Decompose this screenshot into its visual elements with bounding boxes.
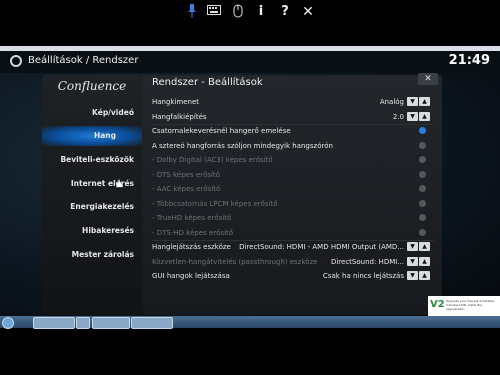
close-icon[interactable]: ✕ bbox=[300, 4, 316, 20]
toggle-indicator[interactable] bbox=[419, 127, 426, 134]
toggle-indicator[interactable] bbox=[419, 214, 426, 221]
start-button[interactable] bbox=[2, 317, 14, 329]
windows-taskbar bbox=[0, 316, 500, 329]
menu-item-input-devices[interactable]: Beviteli-eszközök bbox=[60, 155, 134, 164]
clock: 21:49 bbox=[448, 53, 490, 68]
taskbar-app-2[interactable] bbox=[76, 317, 90, 329]
toggle-indicator[interactable] bbox=[419, 199, 426, 207]
menu-item-video[interactable]: Kép/videó bbox=[92, 108, 134, 117]
arrow-up-icon[interactable]: ▲ bbox=[419, 97, 430, 106]
toggle-indicator[interactable] bbox=[419, 141, 426, 149]
setting-label: Csatornalekeverésnél hangerő emelése bbox=[152, 127, 291, 135]
arrow-down-icon[interactable]: ▼ bbox=[407, 111, 418, 121]
taskbar-app-3[interactable] bbox=[92, 317, 130, 329]
notification-text: Upgrade your free Jet d-Installer. Inclu… bbox=[446, 299, 495, 311]
spinner-arrows[interactable]: ▼ ▲ bbox=[406, 111, 430, 121]
setting-row[interactable]: - DTS képes erősítő bbox=[152, 168, 434, 182]
panel-close-button[interactable]: ✕ bbox=[418, 73, 438, 85]
pin-icon[interactable] bbox=[184, 4, 200, 20]
setting-row[interactable]: - Többcsatornás LPCM képes erősítő bbox=[152, 197, 434, 211]
arrow-up-icon[interactable]: ▲ bbox=[419, 271, 430, 280]
setting-label: A sztereó hangforrás szóljon mindegyik h… bbox=[152, 141, 333, 150]
setting-label: Hangfalkiépítés bbox=[152, 112, 207, 121]
remote-toolbar: i ? ✕ bbox=[0, 0, 500, 24]
arrow-down-icon[interactable]: ▼ bbox=[407, 242, 418, 251]
toggle-indicator[interactable] bbox=[419, 156, 426, 163]
setting-label: - DTS képes erősítő bbox=[152, 170, 220, 179]
setting-label: - DTS-HD képes erősítő bbox=[152, 228, 234, 237]
setting-value: DirectSound: HDMI - AMD HDMI Output (AMD… bbox=[239, 243, 404, 251]
taskbar-app-4[interactable] bbox=[131, 317, 173, 329]
setting-label: Hanglejátszás eszköze bbox=[152, 243, 231, 251]
setting-row[interactable]: Közvetlen-hangátvitelés (passthrough) es… bbox=[152, 255, 434, 269]
menu-item-audio[interactable]: Hang bbox=[42, 126, 142, 146]
mouse-pointer-icon: ▲ bbox=[116, 179, 123, 189]
toggle-indicator[interactable] bbox=[419, 185, 426, 192]
kodi-stage: Beállítások / Rendszer 21:49 Confluence … bbox=[0, 51, 500, 321]
arrow-up-icon[interactable]: ▲ bbox=[419, 242, 430, 251]
setting-label: - Többcsatornás LPCM képes erősítő bbox=[152, 199, 278, 208]
menu-item-master-lock[interactable]: Mester zárolás bbox=[72, 250, 134, 259]
setting-row[interactable]: - AAC képes erősítő bbox=[152, 182, 434, 196]
spinner-arrows[interactable]: ▼ ▲ bbox=[406, 97, 430, 106]
settings-category-menu: Confluence Kép/videó Hang Beviteli-eszkö… bbox=[42, 75, 142, 315]
setting-row[interactable]: Csatornalekeverésnél hangerő emelése bbox=[152, 124, 434, 138]
setting-row[interactable]: Hanglejátszás eszköze DirectSound: HDMI -… bbox=[152, 240, 434, 254]
setting-row[interactable]: - Dolby Digital (AC3) képes erősítő bbox=[152, 153, 434, 167]
setting-row[interactable]: Hangfalkiépítés 2.0 ▼ ▲ bbox=[152, 110, 434, 124]
setting-label: Közvetlen-hangátvitelés (passthrough) es… bbox=[152, 257, 318, 266]
kodi-logo-icon bbox=[10, 55, 22, 67]
taskbar-app-browser[interactable] bbox=[33, 317, 75, 329]
spinner-arrows[interactable]: ▼ ▲ bbox=[406, 256, 430, 266]
notification-logo: V2 bbox=[430, 299, 445, 310]
setting-label: - TrueHD képes erősítő bbox=[152, 214, 232, 222]
setting-label: - Dolby Digital (AC3) képes erősítő bbox=[152, 156, 273, 164]
kodi-window: Beállítások / Rendszer 21:49 Confluence … bbox=[0, 46, 500, 328]
menu-item-debugging[interactable]: Hibakeresés bbox=[82, 226, 134, 235]
setting-value: DirectSound: HDMI... bbox=[330, 257, 404, 266]
arrow-up-icon[interactable]: ▲ bbox=[419, 111, 430, 121]
settings-panel: Rendszer - Beállítások ✕ Hangkimenet Anal… bbox=[142, 73, 442, 315]
arrow-down-icon[interactable]: ▼ bbox=[407, 256, 418, 266]
setting-row[interactable]: Hangkimenet Analóg ▼ ▲ bbox=[152, 95, 434, 109]
setting-value: 2.0 bbox=[392, 112, 404, 121]
spinner-arrows[interactable]: ▼ ▲ bbox=[406, 242, 430, 251]
setting-row[interactable]: - TrueHD képes erősítő bbox=[152, 211, 434, 225]
spinner-arrows[interactable]: ▼ ▲ bbox=[406, 271, 430, 280]
menu-item-power-saving[interactable]: Energiakezelés bbox=[70, 202, 134, 211]
keyboard-icon[interactable] bbox=[206, 4, 222, 20]
setting-value: Csak ha nincs lejátszás bbox=[322, 272, 404, 280]
info-icon[interactable]: i bbox=[253, 4, 269, 20]
help-icon[interactable]: ? bbox=[277, 4, 293, 20]
top-bar: Beállítások / Rendszer 21:49 bbox=[0, 51, 500, 73]
setting-row[interactable]: A sztereó hangforrás szóljon mindegyik h… bbox=[152, 139, 434, 153]
setting-value: Analóg bbox=[379, 98, 404, 106]
arrow-up-icon[interactable]: ▲ bbox=[419, 256, 430, 266]
skin-logo: Confluence bbox=[57, 79, 127, 93]
menu-item-internet-access[interactable]: Internet elérés bbox=[71, 179, 134, 188]
setting-label: GUI hangok lejátszása bbox=[152, 272, 230, 280]
setting-row[interactable]: GUI hangok lejátszása Csak ha nincs leját… bbox=[152, 269, 434, 283]
breadcrumb: Beállítások / Rendszer bbox=[28, 55, 139, 66]
update-notification[interactable]: V2 Upgrade your free Jet d-Installer. In… bbox=[428, 296, 500, 318]
panel-title: Rendszer - Beállítások bbox=[152, 77, 263, 88]
setting-row[interactable]: - DTS-HD képes erősítő bbox=[152, 226, 434, 240]
arrow-down-icon[interactable]: ▼ bbox=[407, 97, 418, 106]
toggle-indicator[interactable] bbox=[419, 228, 426, 236]
toggle-indicator[interactable] bbox=[419, 170, 426, 178]
arrow-down-icon[interactable]: ▼ bbox=[407, 271, 418, 280]
mouse-icon[interactable] bbox=[230, 4, 246, 20]
setting-label: Hangkimenet bbox=[152, 98, 200, 106]
setting-label: - AAC képes erősítő bbox=[152, 185, 221, 193]
